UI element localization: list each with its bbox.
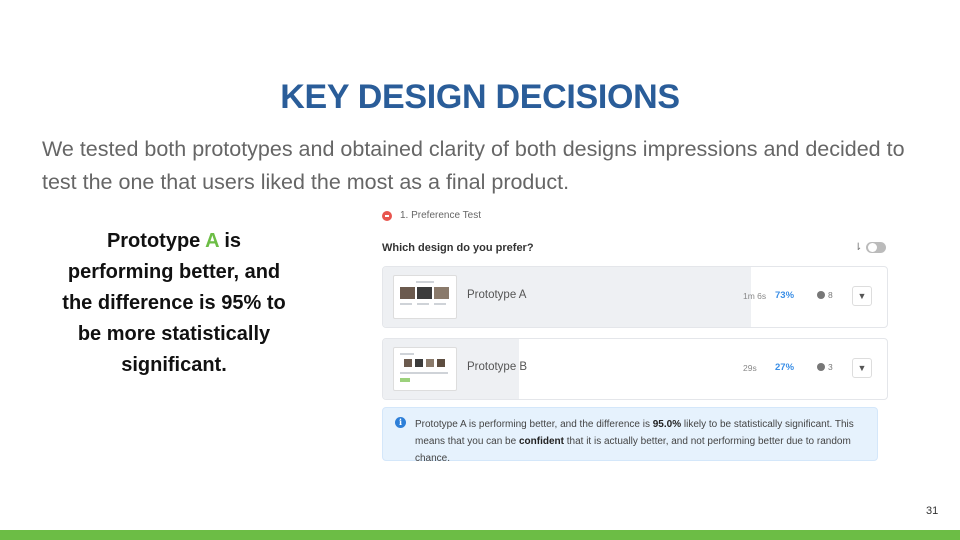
info-percent: 95.0% xyxy=(652,419,682,430)
slide-title: KEY DESIGN DECISIONS xyxy=(280,78,680,116)
preference-test-panel: 1. Preference Test Which design do you p… xyxy=(380,206,890,481)
prototype-b-thumbnail xyxy=(393,347,457,391)
result-row[interactable]: Prototype B 29s 27% 3 ▼ xyxy=(382,338,888,400)
significance-info-box: i Prototype A is performing better, and … xyxy=(382,407,878,464)
result-row[interactable]: Prototype A 1m 6s 73% 8 ▼ xyxy=(382,266,888,328)
sort-toggle[interactable]: ⇂ xyxy=(854,242,887,253)
callout-accent: A xyxy=(205,230,219,252)
result-percent: 27% xyxy=(775,362,795,373)
result-users: 8 xyxy=(817,290,833,300)
prototype-a-thumbnail xyxy=(393,275,457,319)
filter-icon[interactable]: ▼ xyxy=(852,286,872,306)
result-label: Prototype B xyxy=(467,361,528,373)
user-icon xyxy=(817,363,825,371)
info-text: Prototype A is performing better, and th… xyxy=(415,419,653,430)
record-icon xyxy=(382,210,392,221)
slide-subtitle: We tested both prototypes and obtained c… xyxy=(42,137,905,194)
bottom-accent-bar xyxy=(0,530,960,540)
test-header[interactable]: 1. Preference Test xyxy=(382,210,481,221)
info-confident: confident xyxy=(518,436,564,447)
result-label: Prototype A xyxy=(467,289,527,301)
test-question: Which design do you prefer? xyxy=(382,242,534,254)
callout-before: Prototype xyxy=(106,230,206,252)
test-header-label: 1. Preference Test xyxy=(400,210,481,221)
toggle-switch[interactable] xyxy=(866,242,887,253)
info-icon: i xyxy=(395,417,406,428)
callout-text: Prototype A is performing better, and th… xyxy=(56,226,292,381)
filter-icon[interactable]: ▼ xyxy=(852,358,872,378)
result-user-count: 8 xyxy=(828,290,833,300)
result-user-count: 3 xyxy=(828,362,833,372)
result-time: 29s xyxy=(743,363,757,373)
user-icon xyxy=(817,291,825,299)
page-number: 31 xyxy=(926,505,939,517)
result-percent: 73% xyxy=(775,290,795,301)
result-users: 3 xyxy=(817,362,833,372)
result-time: 1m 6s xyxy=(743,291,767,301)
sort-icon: ⇂ xyxy=(854,242,863,253)
